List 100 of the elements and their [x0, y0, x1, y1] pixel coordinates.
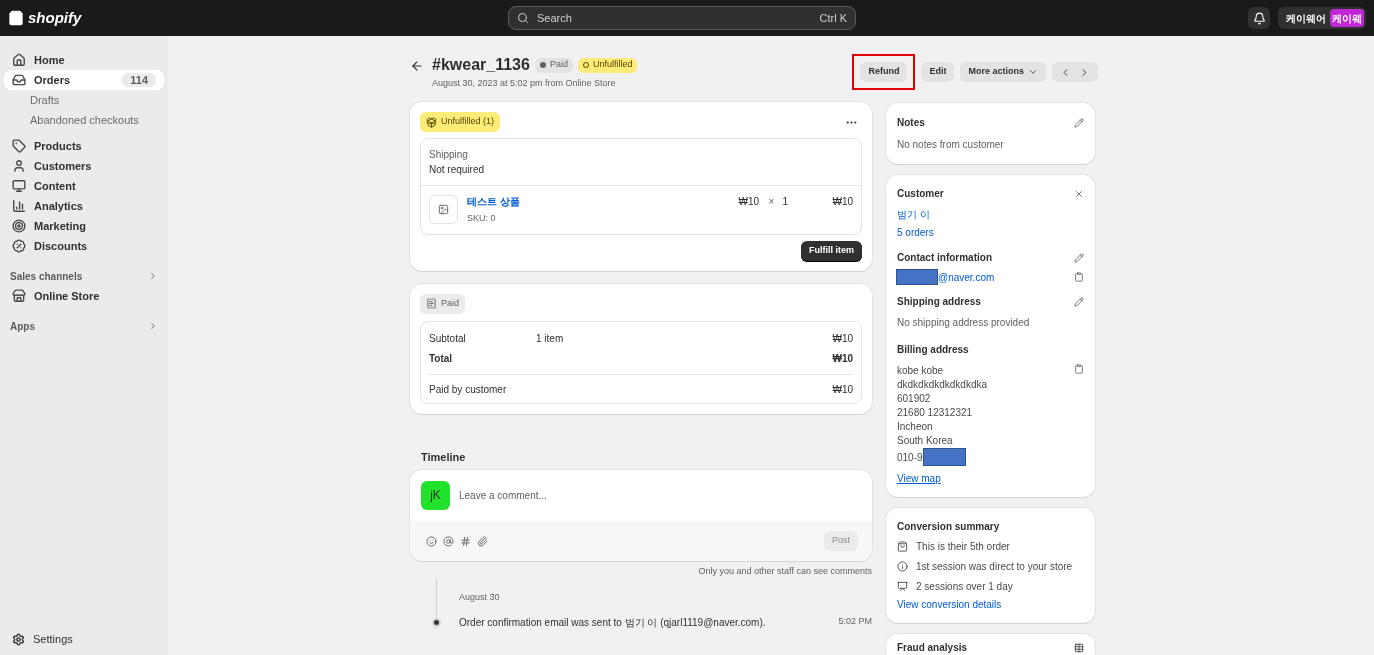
nav-subitem[interactable]: Drafts [30, 90, 168, 110]
timeline-title: Timeline [421, 450, 467, 465]
store-avatar: 케이웨 [1330, 9, 1364, 27]
bag-icon [897, 541, 908, 552]
status-badge: Paid [534, 57, 573, 73]
search-field[interactable]: Search Ctrl K [508, 6, 856, 30]
payment-detail: 1 item [536, 333, 564, 345]
nav-item[interactable]: Content [4, 176, 164, 196]
order-title: #kwear_1136 [432, 54, 530, 75]
section-title: Contact information [897, 251, 992, 264]
email-link[interactable]: @naver.com [938, 270, 995, 284]
edit-icon[interactable] [1074, 252, 1084, 263]
bar-chart-icon [12, 199, 26, 213]
table-icon [1074, 642, 1084, 653]
conversion-item: 2 sessions over 1 day [916, 580, 1013, 593]
mention-icon[interactable] [443, 535, 454, 547]
monitor-icon [12, 179, 26, 193]
action-button[interactable]: Refund [860, 62, 908, 82]
home-icon [12, 53, 26, 67]
discount-icon [12, 239, 26, 253]
notifications-button[interactable] [1248, 7, 1270, 29]
address-line: dkdkdkdkdkdkdkdka [897, 378, 988, 391]
timeline-event: Order confirmation email was sent to 범기 이 (qjarl1119@naver.com). [459, 615, 767, 629]
times-sign: × [768, 195, 776, 208]
person-icon [12, 159, 26, 173]
address-line: kobe kobe [897, 364, 945, 377]
count-badge: 114 [122, 72, 156, 88]
quantity: 1 [782, 195, 789, 208]
inbox-icon [12, 73, 26, 87]
line-total: ₩10 [832, 195, 853, 208]
emoji-icon[interactable] [426, 535, 437, 547]
attachment-icon[interactable] [477, 535, 488, 547]
address-line: 601902 [897, 392, 932, 405]
payment-amount: ₩10 [832, 352, 853, 366]
settings-item[interactable]: Settings [0, 629, 168, 649]
section-header[interactable]: Sales channels [0, 266, 168, 286]
chevron-icon [148, 321, 158, 331]
card-title: Customer [897, 187, 944, 200]
product-link[interactable]: 테스트 상품 [467, 195, 739, 208]
edit-icon[interactable] [1074, 296, 1084, 307]
action-button[interactable]: Edit [921, 62, 955, 82]
conversion-item: This is their 5th order [916, 540, 1010, 553]
address-line: 21680 12312321 [897, 406, 974, 419]
nav-item[interactable]: Orders 114 [4, 70, 164, 90]
store-icon [12, 289, 26, 303]
nav-item[interactable]: Home [4, 50, 164, 70]
unit-price: ₩10 [738, 195, 760, 208]
conversion-details-link[interactable]: View conversion details [897, 598, 1084, 611]
nav-item[interactable]: Products [4, 136, 164, 156]
card-title: Fraud analysis [897, 641, 968, 654]
tag-icon [12, 139, 26, 153]
fulfill-item-button[interactable]: Fulfill item [801, 240, 862, 261]
image-icon [438, 204, 449, 215]
comment-note: Only you and other staff can see comments [697, 566, 872, 578]
phone-number: 010-9 [897, 450, 923, 464]
action-button[interactable]: More actions [960, 62, 1046, 82]
section-title: Shipping address [897, 295, 981, 308]
nav-item[interactable]: Online Store [4, 286, 164, 306]
comment-field[interactable]: Leave a comment... [459, 489, 861, 503]
package-icon [426, 116, 437, 128]
gear-icon [12, 632, 25, 646]
card-title: Conversion summary [897, 520, 1001, 533]
view-map-link[interactable]: View map [897, 472, 1084, 485]
customer-name-link[interactable]: 범기 이 [897, 208, 1084, 221]
payment-label: Paid by customer [429, 383, 507, 396]
orders-link[interactable]: 5 orders [897, 226, 1084, 239]
payment-label: Total [429, 352, 454, 366]
store-menu-button[interactable]: 케이웨어 케이웨 [1278, 7, 1366, 29]
logo-icon [8, 10, 24, 26]
card-title: Notes [897, 116, 925, 129]
redaction-block [922, 448, 966, 466]
hashtag-icon[interactable] [460, 535, 471, 547]
nav-item[interactable]: Discounts [4, 236, 164, 256]
caret-icon [1028, 67, 1038, 77]
timeline-date: August 30 [459, 591, 501, 604]
nav-item[interactable]: Analytics [4, 196, 164, 216]
product-sku: SKU: 0 [467, 213, 497, 225]
avatar: jK [421, 481, 450, 511]
clipboard-icon[interactable] [1074, 272, 1084, 282]
paid-badge: Paid [420, 293, 465, 314]
section-header[interactable]: Apps [0, 316, 168, 336]
target-icon [12, 219, 26, 233]
close-icon[interactable] [1074, 188, 1084, 199]
clipboard-icon[interactable] [1074, 364, 1084, 374]
nav-item[interactable]: Customers [4, 156, 164, 176]
order-subtitle: August 30, 2023 at 5:02 pm from Online Store [432, 77, 617, 90]
shipping-value: Not required [429, 163, 486, 176]
receipt-icon [426, 298, 437, 310]
bell-icon [1252, 11, 1266, 25]
search-icon [517, 12, 529, 24]
notes-text: No notes from customer [897, 138, 1005, 151]
chevron-icon [148, 271, 158, 281]
edit-icon[interactable] [1074, 117, 1084, 128]
payment-label: Subtotal [429, 332, 467, 346]
shipping-label: Shipping [429, 148, 469, 161]
logo-text: shopify [28, 8, 82, 28]
nav-subitem[interactable]: Abandoned checkouts [30, 110, 168, 130]
payment-amount: ₩10 [832, 332, 853, 346]
address-line: Incheon [897, 420, 934, 433]
nav-item[interactable]: Marketing [4, 216, 164, 236]
